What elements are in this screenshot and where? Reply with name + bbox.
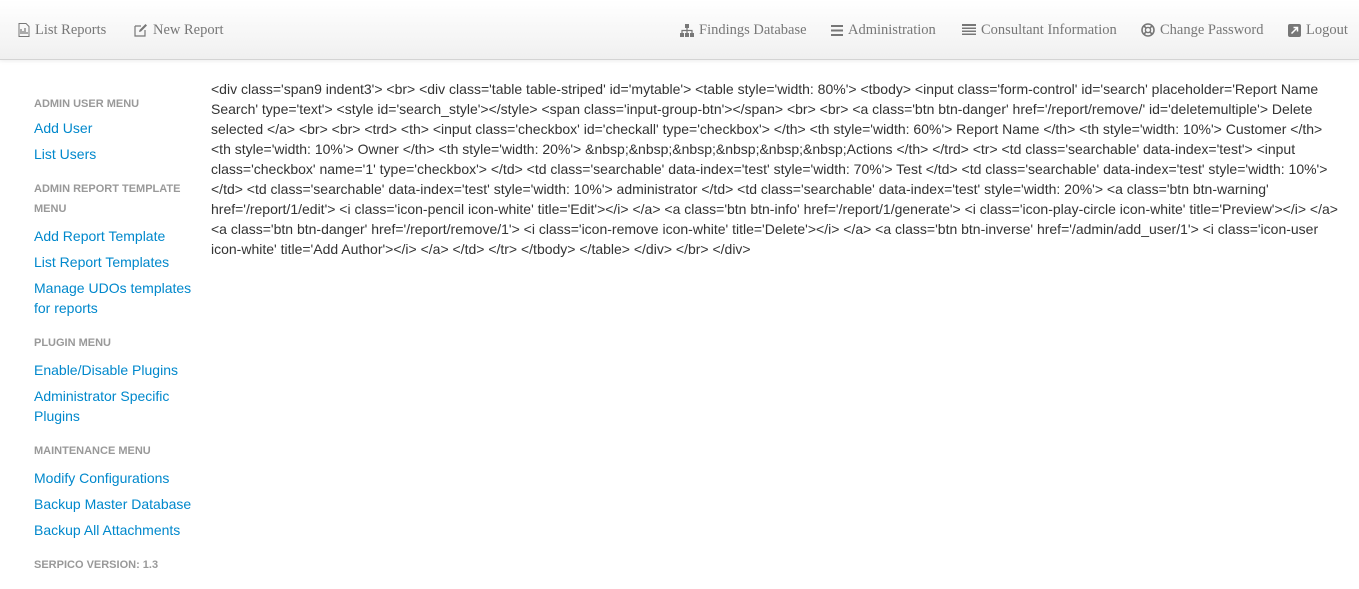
file-icon	[18, 23, 30, 37]
maintenance-menu-header: MAINTENANCE MENU	[34, 445, 151, 457]
backup-master-database-link[interactable]: Backup Master Database	[34, 494, 206, 514]
list-report-templates-link[interactable]: List Report Templates	[34, 252, 206, 272]
nav-new-report-label: New Report	[153, 21, 224, 38]
admin-user-menu-header: ADMIN USER MENU	[34, 98, 140, 110]
raw-html-content: <div class='span9 indent3'> <br> <div cl…	[211, 81, 1338, 257]
external-link-icon	[1288, 23, 1301, 37]
add-user-link[interactable]: Add User	[34, 118, 206, 138]
top-navbar: List Reports New Report Findings Databas…	[0, 0, 1359, 60]
list-icon	[962, 24, 976, 35]
manage-udos-templates-link[interactable]: Manage UDOs templates for reports	[34, 278, 206, 318]
sitemap-icon	[680, 23, 694, 37]
nav-new-report[interactable]: New Report	[134, 0, 223, 60]
edit-icon	[134, 24, 147, 37]
nav-logout-label: Logout	[1306, 21, 1348, 38]
add-report-template-link[interactable]: Add Report Template	[34, 226, 206, 246]
life-ring-icon	[1141, 23, 1155, 37]
nav-change-password-label: Change Password	[1160, 21, 1264, 38]
nav-administration[interactable]: Administration	[831, 0, 936, 60]
nav-administration-label: Administration	[848, 21, 936, 38]
nav-consultant-information[interactable]: Consultant Information	[962, 0, 1117, 60]
admin-report-template-menu-header: ADMIN REPORT TEMPLATE MENU	[34, 183, 181, 215]
plugin-menu-header: PLUGIN MENU	[34, 337, 111, 349]
nav-logout[interactable]: Logout	[1288, 0, 1348, 60]
backup-all-attachments-link[interactable]: Backup All Attachments	[34, 520, 206, 540]
nav-list-reports[interactable]: List Reports	[18, 0, 106, 60]
enable-disable-plugins-link[interactable]: Enable/Disable Plugins	[34, 360, 206, 380]
modify-configurations-link[interactable]: Modify Configurations	[34, 468, 206, 488]
nav-list-reports-label: List Reports	[35, 21, 107, 38]
sidebar: ADMIN USER MENU Add User List Users ADMI…	[34, 94, 206, 575]
administrator-specific-plugins-link[interactable]: Administrator Specific Plugins	[34, 386, 206, 426]
serpico-version-label: SERPICO VERSION: 1.3	[34, 559, 159, 571]
nav-findings-database[interactable]: Findings Database	[680, 0, 807, 60]
list-users-link[interactable]: List Users	[34, 144, 206, 164]
nav-change-password[interactable]: Change Password	[1141, 0, 1264, 60]
nav-findings-database-label: Findings Database	[699, 21, 807, 38]
nav-consultant-information-label: Consultant Information	[981, 21, 1117, 38]
menu-icon	[831, 24, 843, 36]
